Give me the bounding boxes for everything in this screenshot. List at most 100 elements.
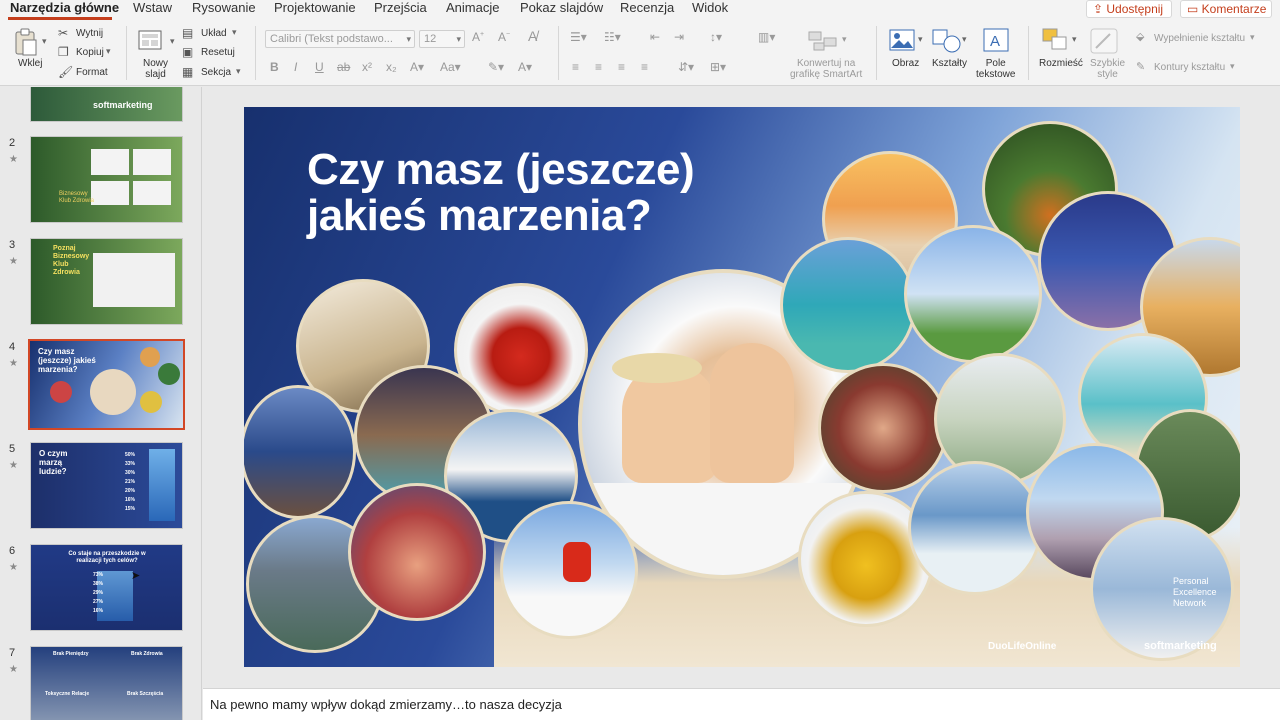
format-painter-button[interactable]: Format <box>76 67 108 78</box>
copy-button[interactable]: Kopiuj <box>76 47 104 58</box>
grow-font-icon[interactable]: A+ <box>472 30 484 44</box>
menu-tab-bar: Narzędzia główne Wstaw Rysowanie Projekt… <box>0 0 1280 20</box>
shape-fill-button[interactable]: Wypełnienie kształtu <box>1154 33 1245 44</box>
speaker-notes-text[interactable]: Na pewno mamy wpływ dokąd zmierzamy…to n… <box>210 697 562 712</box>
new-slide-icon[interactable] <box>138 28 164 52</box>
text-direction-icon[interactable]: ⇵▾ <box>678 60 694 74</box>
layout-dropdown-icon[interactable]: ▾ <box>232 27 237 38</box>
text-box-icon[interactable]: A <box>983 28 1009 52</box>
numbering-icon[interactable]: ☷▾ <box>604 30 621 44</box>
align-text-icon[interactable]: ⊞▾ <box>710 60 726 74</box>
pen-logo-text: Personal Excellence Network <box>1173 576 1217 608</box>
picture-dropdown-icon[interactable]: ▾ <box>918 34 923 45</box>
paste-dropdown-icon[interactable]: ▾ <box>42 36 47 47</box>
slide-thumbnail-5[interactable]: O czym marzą ludzie? 50% 33% 30% 21% 20% 16% 1… <box>30 442 183 529</box>
tab-transitions[interactable]: Przejścia <box>374 0 427 16</box>
highlight-icon[interactable]: ✎▾ <box>488 60 504 74</box>
tab-slideshow[interactable]: Pokaz slajdów <box>520 0 603 16</box>
slide-number-3: 3 <box>9 239 16 251</box>
smartart-dropdown-icon[interactable]: ▾ <box>842 34 847 45</box>
shape-outline-button[interactable]: Kontury kształtu <box>1154 62 1225 73</box>
tab-animations[interactable]: Animacje <box>446 0 499 16</box>
shape-outline-dropdown-icon[interactable]: ▾ <box>1230 61 1235 72</box>
ribbon-separator <box>255 26 256 80</box>
speaker-notes-pane[interactable]: Na pewno mamy wpływ dokąd zmierzamy…to n… <box>203 688 1280 720</box>
copy-dropdown-icon[interactable]: ▾ <box>106 46 111 57</box>
slide-thumbnail-3[interactable]: Poznaj Biznesowy Klub Zdrowia <box>30 238 183 325</box>
superscript-icon[interactable]: x² <box>362 60 372 74</box>
quick-styles-icon[interactable] <box>1090 28 1118 54</box>
comments-button[interactable]: ▭ Komentarze <box>1180 0 1272 18</box>
paint-bucket-icon[interactable]: ⬙ <box>1136 30 1144 43</box>
font-name-select[interactable]: Calibri (Tekst podstawo... ▾ <box>265 30 415 48</box>
strikethrough-icon[interactable]: ab <box>337 60 350 74</box>
arrange-dropdown-icon[interactable]: ▾ <box>1072 34 1077 45</box>
shrink-font-icon[interactable]: A− <box>498 30 510 44</box>
decrease-indent-icon[interactable]: ⇤ <box>650 30 660 44</box>
thumb-circle <box>158 363 180 385</box>
scissors-icon[interactable]: ✂ <box>58 26 68 40</box>
skier-photo[interactable] <box>500 501 638 639</box>
kissing-couple-photo[interactable] <box>818 363 948 493</box>
layout-button[interactable]: Układ <box>201 28 227 39</box>
cruise-ship-photo[interactable] <box>244 385 356 519</box>
section-dropdown-icon[interactable]: ▾ <box>236 66 241 77</box>
font-color-icon[interactable]: A▾ <box>518 60 532 74</box>
cut-button[interactable]: Wytnij <box>76 28 103 39</box>
clear-formatting-icon[interactable]: A̸ <box>528 28 537 44</box>
line-spacing-icon[interactable]: ↕▾ <box>710 30 722 44</box>
new-slide-dropdown-icon[interactable]: ▾ <box>170 36 175 47</box>
current-slide[interactable]: Czy masz (jeszcze) jakieś marzenia? Pers… <box>244 107 1240 667</box>
slide-thumbnail-6[interactable]: Co staje na przeszkodzie w realizacji ty… <box>30 544 183 631</box>
font-size-select[interactable]: 12 ▾ <box>419 30 465 48</box>
tab-draw[interactable]: Rysowanie <box>192 0 256 16</box>
layout-icon[interactable]: ▤ <box>182 26 193 40</box>
format-painter-icon[interactable]: 🖌 <box>58 65 73 79</box>
italic-icon[interactable]: I <box>294 60 297 74</box>
align-center-icon[interactable]: ≡ <box>595 60 602 74</box>
party-crowd-photo[interactable] <box>348 483 486 621</box>
section-icon[interactable]: ▦ <box>182 65 193 79</box>
pen-icon[interactable]: ✎ <box>1136 60 1145 73</box>
align-left-icon[interactable]: ≡ <box>572 60 579 74</box>
slide-thumbnail-2[interactable]: Biznesowy Klub Zdrowia <box>30 136 183 223</box>
section-button[interactable]: Sekcja <box>201 67 231 78</box>
share-button[interactable]: ⇪ Udostępnij <box>1086 0 1172 18</box>
ribbon-separator <box>876 26 877 80</box>
slide-thumbnail-1[interactable]: softmarketing <box>30 87 183 122</box>
paste-icon[interactable] <box>14 28 38 56</box>
tab-review[interactable]: Recenzja <box>620 0 674 16</box>
picture-icon[interactable] <box>889 28 915 52</box>
shape-fill-dropdown-icon[interactable]: ▾ <box>1250 32 1255 43</box>
text-effects-icon[interactable]: A▾ <box>410 60 424 74</box>
tab-insert[interactable]: Wstaw <box>133 0 172 16</box>
slide-thumbnail-4[interactable]: Czy masz (jeszcze) jakieś marzenia? <box>28 339 185 430</box>
slide-thumbnail-7[interactable]: Brak Pieniędzy Brak Zdrowia Toksyczne Re… <box>30 646 183 720</box>
columns-icon[interactable]: ▥▾ <box>758 30 775 44</box>
slide-title[interactable]: Czy masz (jeszcze) jakieś marzenia? <box>307 147 777 239</box>
luxury-yacht-photo[interactable] <box>908 461 1042 595</box>
smartart-icon[interactable] <box>808 30 838 52</box>
jumping-friends-photo[interactable] <box>904 225 1042 363</box>
align-right-icon[interactable]: ≡ <box>618 60 625 74</box>
tab-design[interactable]: Projektowanie <box>274 0 356 16</box>
reset-icon[interactable]: ▣ <box>182 45 193 59</box>
subscript-icon[interactable]: x₂ <box>386 60 397 74</box>
thumb-caption: O czym marzą ludzie? <box>39 449 68 476</box>
thumb-caption: Co staje na przeszkodzie w realizacji ty… <box>68 551 146 564</box>
reset-button[interactable]: Resetuj <box>201 47 235 58</box>
increase-indent-icon[interactable]: ⇥ <box>674 30 684 44</box>
shapes-icon[interactable] <box>932 28 962 54</box>
tab-home[interactable]: Narzędzia główne <box>10 0 119 16</box>
softmarketing-logo: softmarketing <box>1144 640 1217 652</box>
bullets-icon[interactable]: ☰▾ <box>570 30 587 44</box>
copy-icon[interactable]: ❐ <box>58 45 69 59</box>
change-case-icon[interactable]: Aa▾ <box>440 60 461 74</box>
maldives-photo[interactable] <box>780 237 916 373</box>
arrange-icon[interactable] <box>1042 28 1070 54</box>
justify-icon[interactable]: ≡ <box>641 60 648 74</box>
shapes-dropdown-icon[interactable]: ▾ <box>962 34 967 45</box>
bold-icon[interactable]: B <box>270 60 279 74</box>
tab-view[interactable]: Widok <box>692 0 728 16</box>
underline-icon[interactable]: U <box>315 60 324 74</box>
